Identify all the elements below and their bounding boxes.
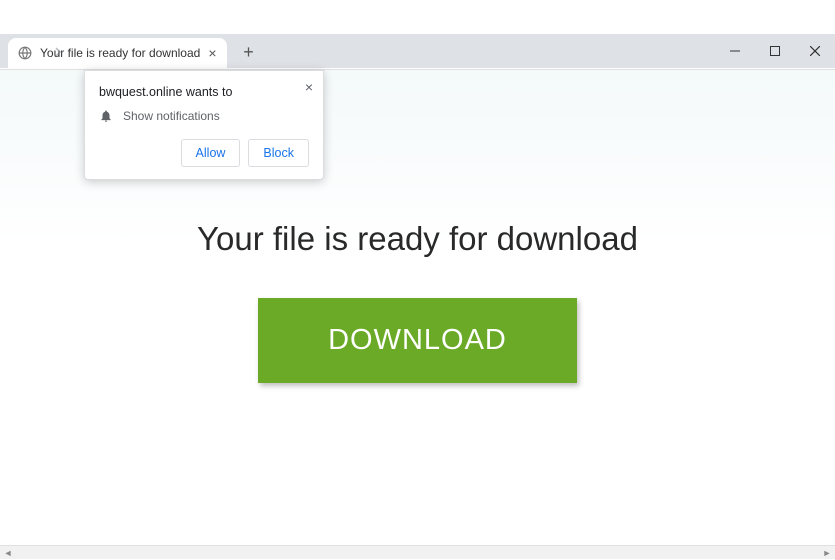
close-icon[interactable]: × xyxy=(305,79,313,95)
tab-strip: Your file is ready for download × + xyxy=(0,34,715,68)
tab-close-icon[interactable]: × xyxy=(208,45,216,61)
browser-tab[interactable]: Your file is ready for download × xyxy=(8,38,227,68)
download-button[interactable]: DOWNLOAD xyxy=(258,298,577,383)
scroll-left-arrow[interactable]: ◄ xyxy=(0,546,16,560)
block-button[interactable]: Block xyxy=(248,139,309,167)
maximize-button[interactable] xyxy=(755,36,795,66)
permission-request-label: Show notifications xyxy=(123,109,220,123)
permission-title: bwquest.online wants to xyxy=(99,85,309,99)
forward-button[interactable] xyxy=(44,38,72,66)
permission-request-row: Show notifications xyxy=(99,109,309,123)
bell-icon xyxy=(99,109,113,123)
new-tab-button[interactable]: + xyxy=(235,38,263,66)
globe-icon xyxy=(18,46,32,60)
page-content: Your file is ready for download DOWNLOAD… xyxy=(0,70,835,511)
scroll-right-arrow[interactable]: ► xyxy=(819,546,835,560)
minimize-button[interactable] xyxy=(715,36,755,66)
permission-actions: Allow Block xyxy=(99,139,309,167)
window-controls xyxy=(715,34,835,68)
close-window-button[interactable] xyxy=(795,36,835,66)
page-headline: Your file is ready for download xyxy=(197,220,638,258)
allow-button[interactable]: Allow xyxy=(181,139,241,167)
horizontal-scrollbar[interactable]: ◄ ► xyxy=(0,545,835,559)
permission-prompt: × bwquest.online wants to Show notificat… xyxy=(84,70,324,180)
scroll-track[interactable] xyxy=(16,546,819,560)
